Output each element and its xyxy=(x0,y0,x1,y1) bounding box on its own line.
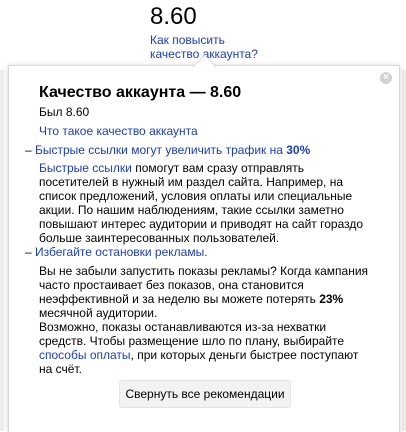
ad-stop-text-3: Возможно, показы останавливаются из-за н… xyxy=(39,320,345,348)
ad-stop-heading-text: Избегайте остановки рекламы. xyxy=(35,245,208,259)
previous-score: Был 8.60 xyxy=(39,105,90,119)
collapse-dash-icon: – xyxy=(25,143,32,157)
ad-stop-section-toggle[interactable]: – Избегайте остановки рекламы. xyxy=(25,244,208,260)
payment-methods-link[interactable]: способы оплаты xyxy=(39,348,131,362)
sitelinks-heading-text: Быстрые ссылки могут увеличить трафик на xyxy=(35,143,287,157)
what-is-quality-link[interactable]: Что такое качество аккаунта xyxy=(39,123,198,139)
ad-stop-description: Вы не забыли запустить показы рекламы? К… xyxy=(39,264,369,376)
collapse-all-button[interactable]: Свернуть все рекомендации xyxy=(119,380,291,408)
popup-title: Качество аккаунта — 8.60 xyxy=(39,84,242,101)
sitelinks-description: Быстрые ссылки помогут вам сразу отправл… xyxy=(39,161,369,245)
quality-popup: × Качество аккаунта — 8.60 Был 8.60 Что … xyxy=(8,65,400,432)
sitelinks-section-toggle[interactable]: – Быстрые ссылки могут увеличить трафик н… xyxy=(25,142,310,158)
account-quality-score: 8.60 xyxy=(150,3,197,30)
close-icon[interactable]: × xyxy=(380,72,392,84)
ad-stop-value: 23% xyxy=(319,292,344,306)
background-edge-right xyxy=(402,70,406,431)
collapse-dash-icon: – xyxy=(25,245,32,259)
sitelinks-heading-value: 30% xyxy=(286,143,311,157)
ad-stop-text-2: месячной аудитории. xyxy=(39,306,158,320)
sitelinks-link[interactable]: Быстрые ссылки xyxy=(39,161,132,175)
background-edge-left xyxy=(0,70,4,431)
improve-link-line1: Как повысить xyxy=(150,33,225,47)
